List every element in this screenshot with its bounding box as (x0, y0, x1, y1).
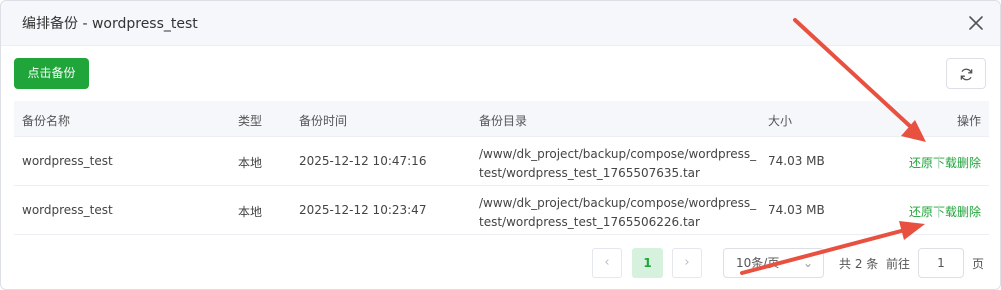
header-size: 大小 (768, 114, 793, 128)
backup-button[interactable]: 点击备份 (14, 58, 89, 89)
action-divider: | (936, 154, 942, 168)
cell-time: 2025-12-12 10:23:47 (299, 203, 427, 217)
action-divider: | (960, 154, 966, 168)
dialog-header: 编排备份 - wordpress_test (1, 1, 1000, 46)
goto-label: 前往 (886, 257, 911, 271)
header-dir: 备份目录 (479, 114, 528, 128)
chevron-down-icon: ⌄ (802, 256, 813, 270)
backup-dialog: 编排备份 - wordpress_test 点击备份 备份名称 类型 备份时间 … (0, 0, 1001, 290)
table-row: wordpress_test 本地 2025-12-12 10:47:16 /w… (14, 137, 989, 186)
page-size-value: 10条/页 (736, 256, 780, 270)
action-divider: | (936, 203, 942, 217)
header-name: 备份名称 (22, 114, 71, 128)
refresh-icon (960, 68, 973, 81)
table-row: wordpress_test 本地 2025-12-12 10:23:47 /w… (14, 186, 989, 235)
row-actions: 还原 | 下载 | 删除 (909, 203, 981, 220)
header-ops: 操作 (956, 114, 981, 128)
restore-link[interactable]: 还原 (909, 156, 933, 170)
header-type: 类型 (238, 114, 263, 128)
goto-page-input[interactable]: 1 (918, 248, 964, 278)
restore-link[interactable]: 还原 (909, 205, 933, 219)
table-header: 备份名称 类型 备份时间 备份目录 大小 操作 (14, 101, 989, 137)
cell-name: wordpress_test (22, 203, 113, 217)
prev-page-button[interactable]: ‹ (592, 248, 622, 278)
cell-dir: /www/dk_project/backup/compose/wordpress… (479, 147, 757, 180)
total-count: 共 2 条 (839, 257, 879, 271)
cell-name: wordpress_test (22, 154, 113, 168)
cell-time: 2025-12-12 10:47:16 (299, 154, 427, 168)
close-icon (969, 16, 983, 30)
cell-type: 本地 (238, 205, 263, 219)
page-size-select[interactable]: 10条/页 ⌄ (723, 248, 824, 278)
refresh-button[interactable] (946, 58, 986, 89)
cell-size: 74.03 MB (768, 203, 825, 217)
next-page-button[interactable]: › (672, 248, 702, 278)
header-time: 备份时间 (299, 114, 348, 128)
dialog-title: 编排备份 - wordpress_test (22, 16, 198, 32)
action-divider: | (960, 203, 966, 217)
cell-type: 本地 (238, 156, 263, 170)
page-suffix: 页 (972, 257, 985, 271)
close-button[interactable] (966, 13, 986, 33)
cell-dir: /www/dk_project/backup/compose/wordpress… (479, 196, 757, 229)
cell-size: 74.03 MB (768, 154, 825, 168)
backup-table: 备份名称 类型 备份时间 备份目录 大小 操作 wordpress_test 本… (14, 101, 989, 235)
row-actions: 还原 | 下载 | 删除 (909, 154, 981, 171)
page-number-1[interactable]: 1 (632, 248, 663, 278)
